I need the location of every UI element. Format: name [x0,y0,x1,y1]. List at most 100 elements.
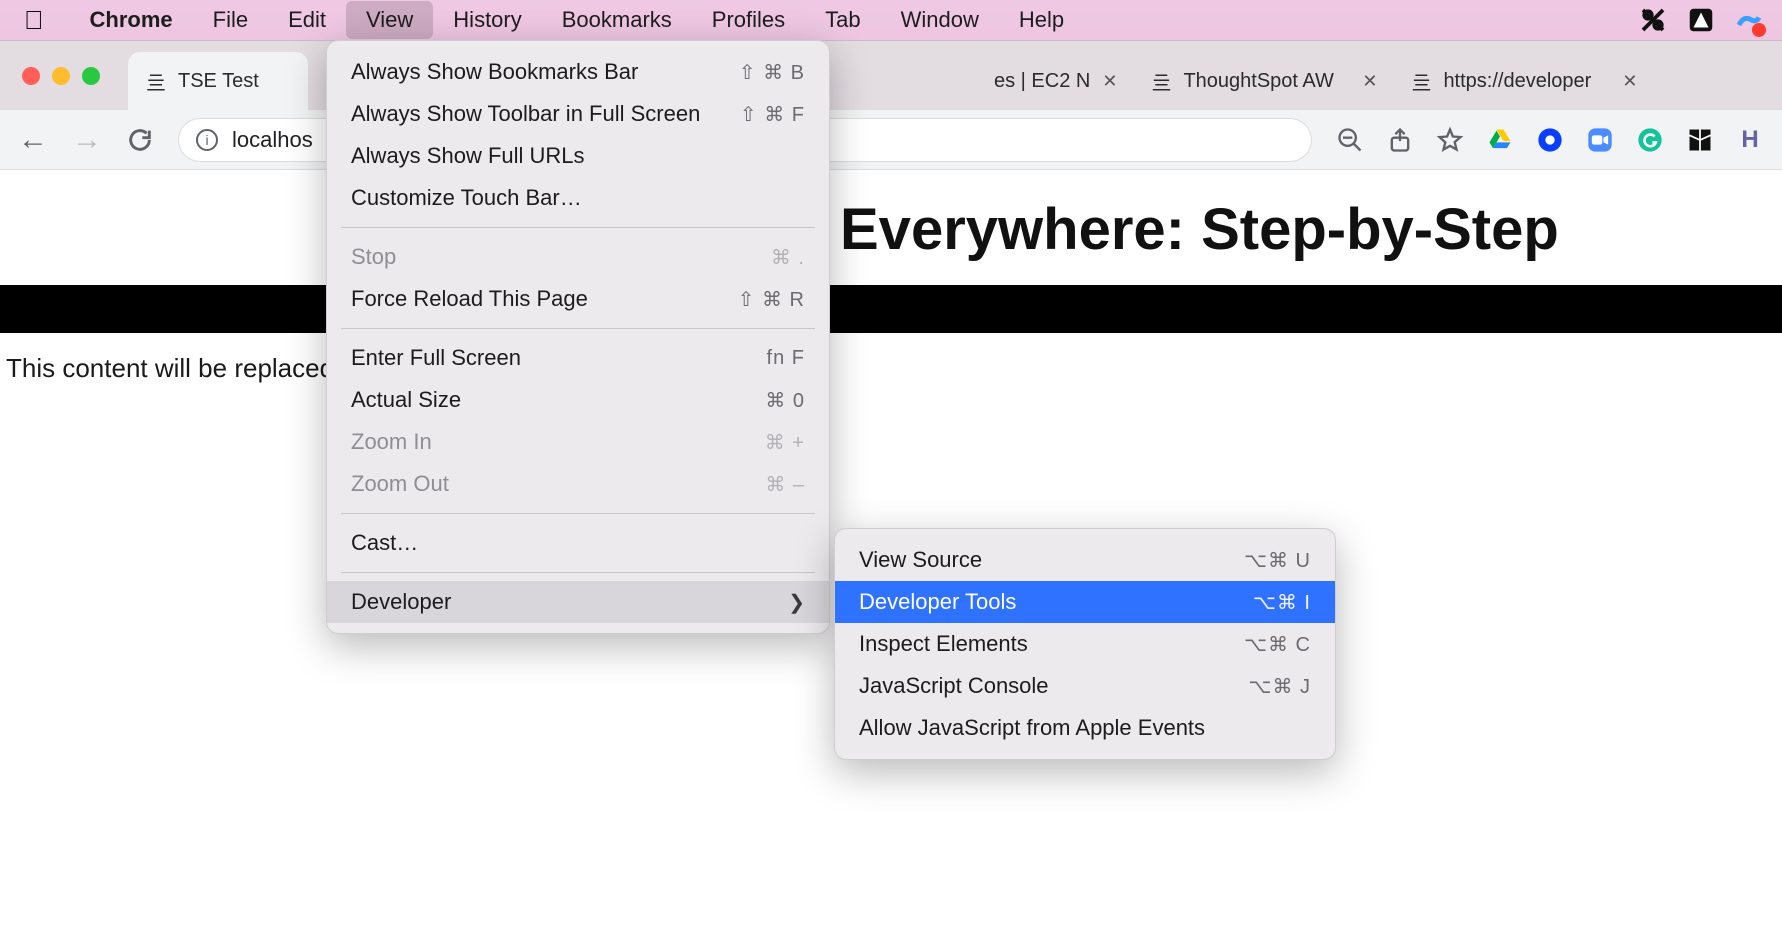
menu-item-shortcut: ⌥⌘ J [1248,674,1311,699]
menu-window[interactable]: Window [881,1,999,39]
submenu-item-inspect-elements[interactable]: Inspect Elements ⌥⌘ C [835,623,1335,665]
menu-tab[interactable]: Tab [805,1,880,39]
menu-help[interactable]: Help [999,1,1084,39]
menu-item-always-show-full-urls[interactable]: Always Show Full URLs [327,135,829,177]
menu-item-label: Always Show Full URLs [351,143,585,169]
thoughtspot-favicon-icon: 亖 [1149,70,1171,92]
menu-item-zoom-out[interactable]: Zoom Out ⌘ – [327,463,829,505]
menu-separator [341,513,815,514]
menu-item-label: Stop [351,244,396,270]
tab-title: es | EC2 N [994,70,1090,93]
back-button[interactable]: ← [18,123,48,157]
menu-view[interactable]: View [346,1,433,39]
tab-title: ThoughtSpot AW [1183,70,1350,93]
menubar-extra-icon-2[interactable] [1686,5,1716,35]
heroku-extension-icon[interactable]: H [1736,126,1764,154]
forward-button[interactable]: → [72,123,102,157]
share-icon[interactable] [1386,126,1414,154]
okta-extension-icon[interactable] [1536,126,1564,154]
browser-tabstrip: 亖 TSE Test es | EC2 N ✕ 亖 ThoughtSpot AW… [0,40,1782,110]
page-black-band [0,285,1782,333]
menu-item-label: Inspect Elements [859,631,1028,657]
menu-bookmarks[interactable]: Bookmarks [542,1,692,39]
menu-item-label: Developer [351,589,451,615]
menu-item-zoom-in[interactable]: Zoom In ⌘ + [327,421,829,463]
close-tab-icon[interactable]: ✕ [1622,71,1637,92]
menu-item-developer[interactable]: Developer ❯ [327,581,829,623]
menu-item-label: Zoom In [351,429,432,455]
close-tab-icon[interactable]: ✕ [1102,71,1117,92]
tab-title: https://developer [1443,70,1610,93]
menu-item-always-show-bookmarks-bar[interactable]: Always Show Bookmarks Bar ⇧ ⌘ B [327,51,829,93]
thoughtspot-favicon-icon: 亖 [1409,70,1431,92]
menu-item-label: Always Show Bookmarks Bar [351,59,638,85]
menu-item-label: Developer Tools [859,589,1016,615]
minimize-window-button[interactable] [52,67,70,85]
menu-separator [341,572,815,573]
zoom-out-icon[interactable] [1336,126,1364,154]
tab-3[interactable]: 亖 ThoughtSpot AW ✕ [1133,52,1393,110]
close-window-button[interactable] [22,67,40,85]
tab-title: TSE Test [178,70,292,93]
menu-item-cast[interactable]: Cast… [327,522,829,564]
menu-item-label: JavaScript Console [859,673,1049,699]
menu-item-shortcut: ⇧ ⌘ F [740,102,805,127]
zoom-extension-icon[interactable] [1586,126,1614,154]
menu-item-enter-fullscreen[interactable]: Enter Full Screen fn F [327,337,829,379]
developer-submenu: View Source ⌥⌘ U Developer Tools ⌥⌘ I In… [834,528,1336,760]
menu-separator [341,328,815,329]
menu-item-shortcut: ⇧ ⌘ R [738,287,805,312]
menu-item-shortcut: ⌘ . [771,245,805,270]
menu-item-label: Allow JavaScript from Apple Events [859,715,1205,741]
menu-item-shortcut: ⌥⌘ U [1244,548,1311,573]
menu-item-always-show-toolbar-fullscreen[interactable]: Always Show Toolbar in Full Screen ⇧ ⌘ F [327,93,829,135]
bookmark-star-icon[interactable] [1436,126,1464,154]
menu-item-force-reload[interactable]: Force Reload This Page ⇧ ⌘ R [327,278,829,320]
menubar-extra-icon-1[interactable] [1638,5,1668,35]
window-controls [22,67,100,85]
menubar-right [1638,5,1764,35]
menu-item-shortcut: ⌥⌘ I [1253,590,1311,615]
apple-menu-icon[interactable]:  [24,5,44,36]
chevron-right-icon: ❯ [788,590,805,615]
submenu-item-allow-js-apple-events[interactable]: Allow JavaScript from Apple Events [835,707,1335,749]
site-info-icon[interactable]: i [196,129,218,151]
menu-item-actual-size[interactable]: Actual Size ⌘ 0 [327,379,829,421]
menu-item-label: Cast… [351,530,418,556]
menu-item-stop: Stop ⌘ . [327,236,829,278]
google-drive-extension-icon[interactable] [1486,126,1514,154]
app-menu[interactable]: Chrome [70,1,193,39]
menu-item-shortcut: ⌘ + [765,430,805,455]
menu-item-label: Enter Full Screen [351,345,521,371]
menu-item-customize-touch-bar[interactable]: Customize Touch Bar… [327,177,829,219]
menu-item-label: Actual Size [351,387,461,413]
tab-4[interactable]: 亖 https://developer ✕ [1393,52,1653,110]
tab-1[interactable]: 亖 TSE Test [128,52,308,110]
menu-item-label: Always Show Toolbar in Full Screen [351,101,700,127]
menu-file[interactable]: File [193,1,268,39]
menu-item-shortcut: ⌥⌘ C [1244,632,1311,657]
submenu-item-developer-tools[interactable]: Developer Tools ⌥⌘ I [835,581,1335,623]
view-menu-dropdown: Always Show Bookmarks Bar ⇧ ⌘ B Always S… [326,40,830,634]
menu-item-label: Customize Touch Bar… [351,185,582,211]
tab-2[interactable]: es | EC2 N ✕ [978,52,1133,110]
menu-item-label: Force Reload This Page [351,286,588,312]
codesandbox-extension-icon[interactable] [1686,126,1714,154]
close-tab-icon[interactable]: ✕ [1362,71,1377,92]
menu-item-label: View Source [859,547,982,573]
browser-toolbar: ← → i localhos H [0,110,1782,170]
menu-history[interactable]: History [433,1,541,39]
menu-edit[interactable]: Edit [268,1,346,39]
menu-item-shortcut: ⇧ ⌘ B [739,60,805,85]
page-heading: Everywhere: Step-by-Step [0,170,1782,263]
menu-item-shortcut: ⌘ 0 [765,388,805,413]
grammarly-extension-icon[interactable] [1636,126,1664,154]
page-body-text: This content will be replaced [0,333,1782,384]
menubar-extra-icon-3[interactable] [1734,5,1764,35]
reload-button[interactable] [126,126,154,154]
menu-profiles[interactable]: Profiles [692,1,805,39]
submenu-item-view-source[interactable]: View Source ⌥⌘ U [835,539,1335,581]
fullscreen-window-button[interactable] [82,67,100,85]
submenu-item-javascript-console[interactable]: JavaScript Console ⌥⌘ J [835,665,1335,707]
menu-item-shortcut: fn F [767,347,805,370]
